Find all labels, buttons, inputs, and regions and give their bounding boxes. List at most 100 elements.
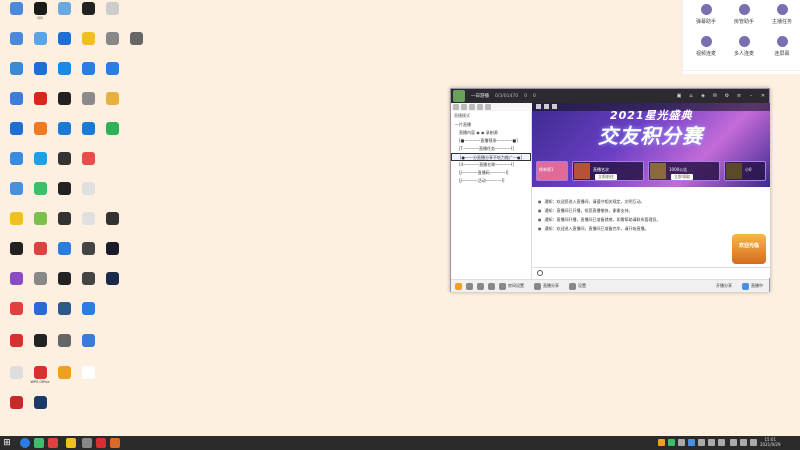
tree-row[interactable]: [J————直播码————I] (451, 169, 531, 177)
desktop-icon[interactable] (75, 334, 101, 362)
tray-icon[interactable] (688, 439, 695, 446)
music-icon[interactable] (466, 282, 473, 290)
desktop-icon[interactable] (27, 62, 53, 90)
up-icon[interactable] (469, 104, 475, 110)
folder-icon[interactable] (485, 104, 491, 110)
camera-icon[interactable] (488, 282, 495, 290)
app-icon[interactable] (110, 438, 120, 448)
desktop-icon[interactable] (27, 32, 53, 60)
desktop-icon[interactable] (99, 2, 125, 30)
message-icon[interactable]: ✉ (711, 92, 719, 100)
home-icon[interactable]: ⌂ (687, 92, 695, 100)
desktop-icon[interactable] (51, 32, 77, 60)
explorer-icon[interactable] (66, 438, 76, 448)
tray-icon[interactable] (658, 439, 665, 446)
event-banner[interactable]: 2021星光盛典 交友积分赛 榜单第1 直播名次 立即前往 1000公告 立即领… (532, 103, 770, 187)
tree-row[interactable]: [4————直播名称————I] (451, 161, 531, 169)
chat-input[interactable]: ↵ ☺ … (532, 267, 770, 278)
desktop-icon[interactable] (99, 62, 125, 90)
tray-icon[interactable] (678, 439, 685, 446)
search-icon[interactable] (537, 270, 543, 276)
desktop-icon[interactable] (75, 242, 101, 270)
desktop-icon[interactable] (75, 212, 101, 240)
chrome-icon[interactable] (48, 438, 58, 448)
desktop-icon[interactable] (27, 212, 53, 240)
desktop-icon[interactable] (75, 182, 101, 210)
desktop-icon[interactable] (51, 2, 77, 30)
mic-icon[interactable] (477, 282, 484, 290)
desktop-icon[interactable] (51, 334, 77, 362)
settings-icon[interactable] (569, 282, 576, 290)
room-manager-button[interactable]: 房管助手 (725, 4, 763, 32)
desktop-icon[interactable] (3, 182, 29, 210)
desktop-icon[interactable] (3, 366, 29, 394)
tree-row[interactable]: [T————直播任务————I] (451, 145, 531, 153)
avatar[interactable] (453, 90, 465, 102)
desktop-icon[interactable] (51, 212, 77, 240)
gift-widget[interactable]: 欢迎光临 (732, 234, 766, 264)
desktop-icon[interactable] (99, 242, 125, 270)
search-icon[interactable] (20, 438, 30, 448)
clock[interactable]: 15:01 2021/9/29 (760, 437, 781, 447)
desktop-icon[interactable] (99, 272, 125, 300)
close-icon[interactable]: ✕ (759, 92, 767, 100)
desktop-icon[interactable] (75, 32, 101, 60)
multi-link-button[interactable]: 多人连麦 (725, 36, 763, 64)
desktop-icon[interactable] (51, 242, 77, 270)
desktop-icon[interactable] (27, 152, 53, 180)
tray-icon[interactable] (750, 439, 757, 446)
delete-scene-icon[interactable] (461, 104, 467, 110)
desktop-icon[interactable] (51, 182, 77, 210)
tree-row[interactable]: 一片直播 (451, 121, 531, 129)
tray-icon[interactable] (698, 439, 705, 446)
desktop-icon[interactable] (51, 272, 77, 300)
desktop-icon[interactable] (27, 92, 53, 120)
banner-icon[interactable] (552, 104, 557, 109)
desktop-icon[interactable] (51, 366, 77, 394)
add-scene-icon[interactable] (453, 104, 459, 110)
app-icon[interactable] (96, 438, 106, 448)
rank-card[interactable]: 小0 (724, 161, 766, 181)
desktop-icon[interactable] (3, 92, 29, 120)
share-icon[interactable] (534, 282, 541, 290)
desktop-icon[interactable] (27, 396, 53, 424)
desktop-icon[interactable] (123, 32, 149, 60)
banner-icon[interactable] (544, 104, 549, 109)
beauty-icon[interactable] (455, 282, 462, 290)
desktop-icon[interactable]: QQ (27, 2, 53, 30)
desktop-icon[interactable] (99, 212, 125, 240)
tray-icon[interactable] (668, 439, 675, 446)
desktop-icon[interactable] (27, 122, 53, 150)
desktop-icon[interactable] (51, 62, 77, 90)
desktop-icon[interactable] (3, 2, 29, 30)
desktop-icon[interactable] (75, 366, 101, 394)
banner-icon[interactable] (536, 104, 541, 109)
bottom-label[interactable]: 设置 (578, 283, 586, 289)
desktop-icon[interactable] (75, 152, 101, 180)
desktop-icon[interactable]: WPS Office (27, 366, 53, 394)
gift-icon[interactable]: ◈ (699, 92, 707, 100)
desktop-icon[interactable] (3, 62, 29, 90)
desktop-icon[interactable] (3, 334, 29, 362)
desktop-icon[interactable] (27, 242, 53, 270)
desktop-icon[interactable] (51, 92, 77, 120)
tray-icon[interactable] (718, 439, 725, 446)
desktop-icon[interactable] (99, 122, 125, 150)
desktop-icon[interactable] (75, 2, 101, 30)
start-button[interactable]: ⊞ (2, 438, 12, 448)
down-icon[interactable] (477, 104, 483, 110)
desktop-icon[interactable] (3, 212, 29, 240)
desktop-icon[interactable] (3, 152, 29, 180)
rank-card[interactable]: 榜单第1 (536, 161, 568, 181)
desktop-icon[interactable] (27, 334, 53, 362)
desktop-icon[interactable] (3, 302, 29, 330)
tray-icon[interactable] (740, 439, 747, 446)
minimize-icon[interactable]: – (747, 92, 755, 100)
rank-card-button[interactable]: 立即领取 (671, 174, 693, 180)
desktop-icon[interactable] (3, 272, 29, 300)
tree-row[interactable]: 直播内容 ◉ ◉ 录制源 (451, 129, 531, 137)
bottom-label[interactable]: 直播分享 (543, 283, 559, 289)
desktop-icon[interactable] (99, 92, 125, 120)
desktop-icon[interactable] (51, 302, 77, 330)
desktop-icon[interactable] (3, 396, 29, 424)
